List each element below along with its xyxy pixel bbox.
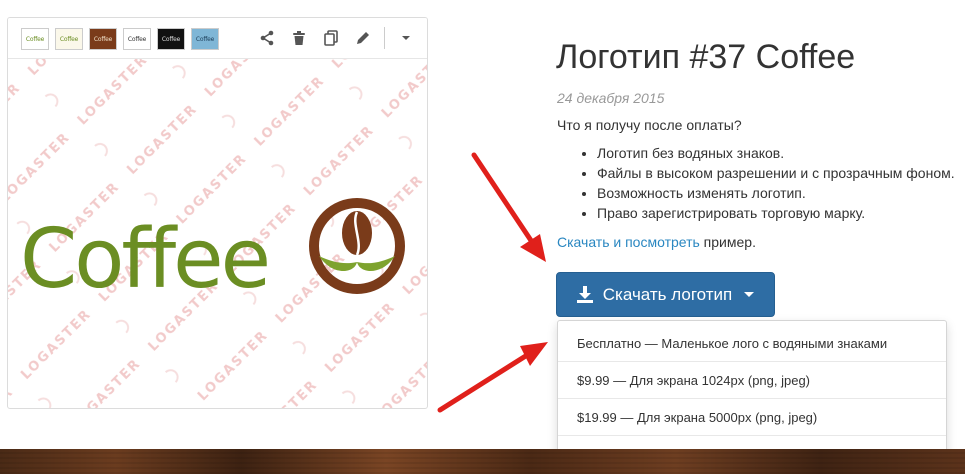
preview-toolbar: Coffee Coffee Coffee Coffee Coffee Coffee bbox=[8, 18, 427, 59]
color-variant-thumbnail[interactable]: Coffee bbox=[55, 28, 83, 50]
logo-preview-panel: Coffee Coffee Coffee Coffee Coffee Coffee bbox=[7, 17, 428, 409]
arrow-to-button bbox=[471, 152, 546, 262]
trash-icon[interactable] bbox=[288, 27, 310, 49]
sample-line: Скачать и посмотреть пример. bbox=[557, 234, 756, 250]
color-variant-thumbnail[interactable]: Coffee bbox=[157, 28, 185, 50]
thumbnail-label: Coffee bbox=[195, 35, 215, 43]
benefit-item: Возможность изменять логотип. bbox=[597, 183, 955, 203]
color-variant-thumbnail[interactable]: Coffee bbox=[123, 28, 151, 50]
color-variant-thumbnail[interactable]: Coffee bbox=[89, 28, 117, 50]
logo-brand-text: Coffee bbox=[20, 212, 268, 307]
benefits-list: Логотип без водяных знаков. Файлы в высо… bbox=[579, 143, 955, 223]
thumbnail-label: Coffee bbox=[93, 35, 113, 43]
page-title: Логотип #37 Coffee bbox=[556, 38, 856, 76]
toolbar-divider bbox=[384, 27, 385, 49]
benefit-item: Файлы в высоком разрешении и с прозрачны… bbox=[597, 163, 955, 183]
color-variant-thumbnails: Coffee Coffee Coffee Coffee Coffee Coffee bbox=[21, 28, 219, 50]
download-option-1024[interactable]: $9.99 — Для экрана 1024px (png, jpeg) bbox=[558, 362, 946, 399]
wood-footer-background bbox=[0, 449, 965, 474]
benefit-item: Право зарегистрировать торговую марку. bbox=[597, 203, 955, 223]
thumbnail-label: Coffee bbox=[59, 35, 79, 43]
pencil-icon[interactable] bbox=[352, 27, 374, 49]
arrow-to-free-option bbox=[437, 342, 548, 413]
download-logo-button[interactable]: Скачать логотип bbox=[556, 272, 775, 317]
caret-down-icon[interactable] bbox=[395, 27, 417, 49]
benefits-question: Что я получу после оплаты? bbox=[557, 117, 742, 133]
sample-link[interactable]: Скачать и посмотреть bbox=[557, 234, 700, 250]
download-button-label: Скачать логотип bbox=[602, 284, 733, 304]
thumbnail-label: Coffee bbox=[25, 35, 45, 43]
preview-tools bbox=[256, 27, 417, 49]
logo-image: LOGASTER Coffee bbox=[8, 59, 427, 408]
thumbnail-label: Coffee bbox=[161, 35, 181, 43]
color-variant-thumbnail[interactable]: Coffee bbox=[21, 28, 49, 50]
benefit-item: Логотип без водяных знаков. bbox=[597, 143, 955, 163]
thumbnail-label: Coffee bbox=[127, 35, 147, 43]
color-variant-thumbnail[interactable]: Coffee bbox=[191, 28, 219, 50]
caret-down-icon bbox=[744, 292, 755, 297]
copy-icon[interactable] bbox=[320, 27, 342, 49]
download-option-free[interactable]: Бесплатно — Маленькое лого с водяными зн… bbox=[558, 321, 946, 362]
publish-date: 24 декабря 2015 bbox=[557, 90, 665, 106]
share-icon[interactable] bbox=[256, 27, 278, 49]
download-option-5000[interactable]: $19.99 — Для экрана 5000px (png, jpeg) bbox=[558, 399, 946, 436]
sample-suffix: пример. bbox=[699, 234, 756, 250]
download-icon bbox=[576, 286, 593, 303]
logo-preview-image: LOGASTER Coffee bbox=[8, 59, 427, 408]
